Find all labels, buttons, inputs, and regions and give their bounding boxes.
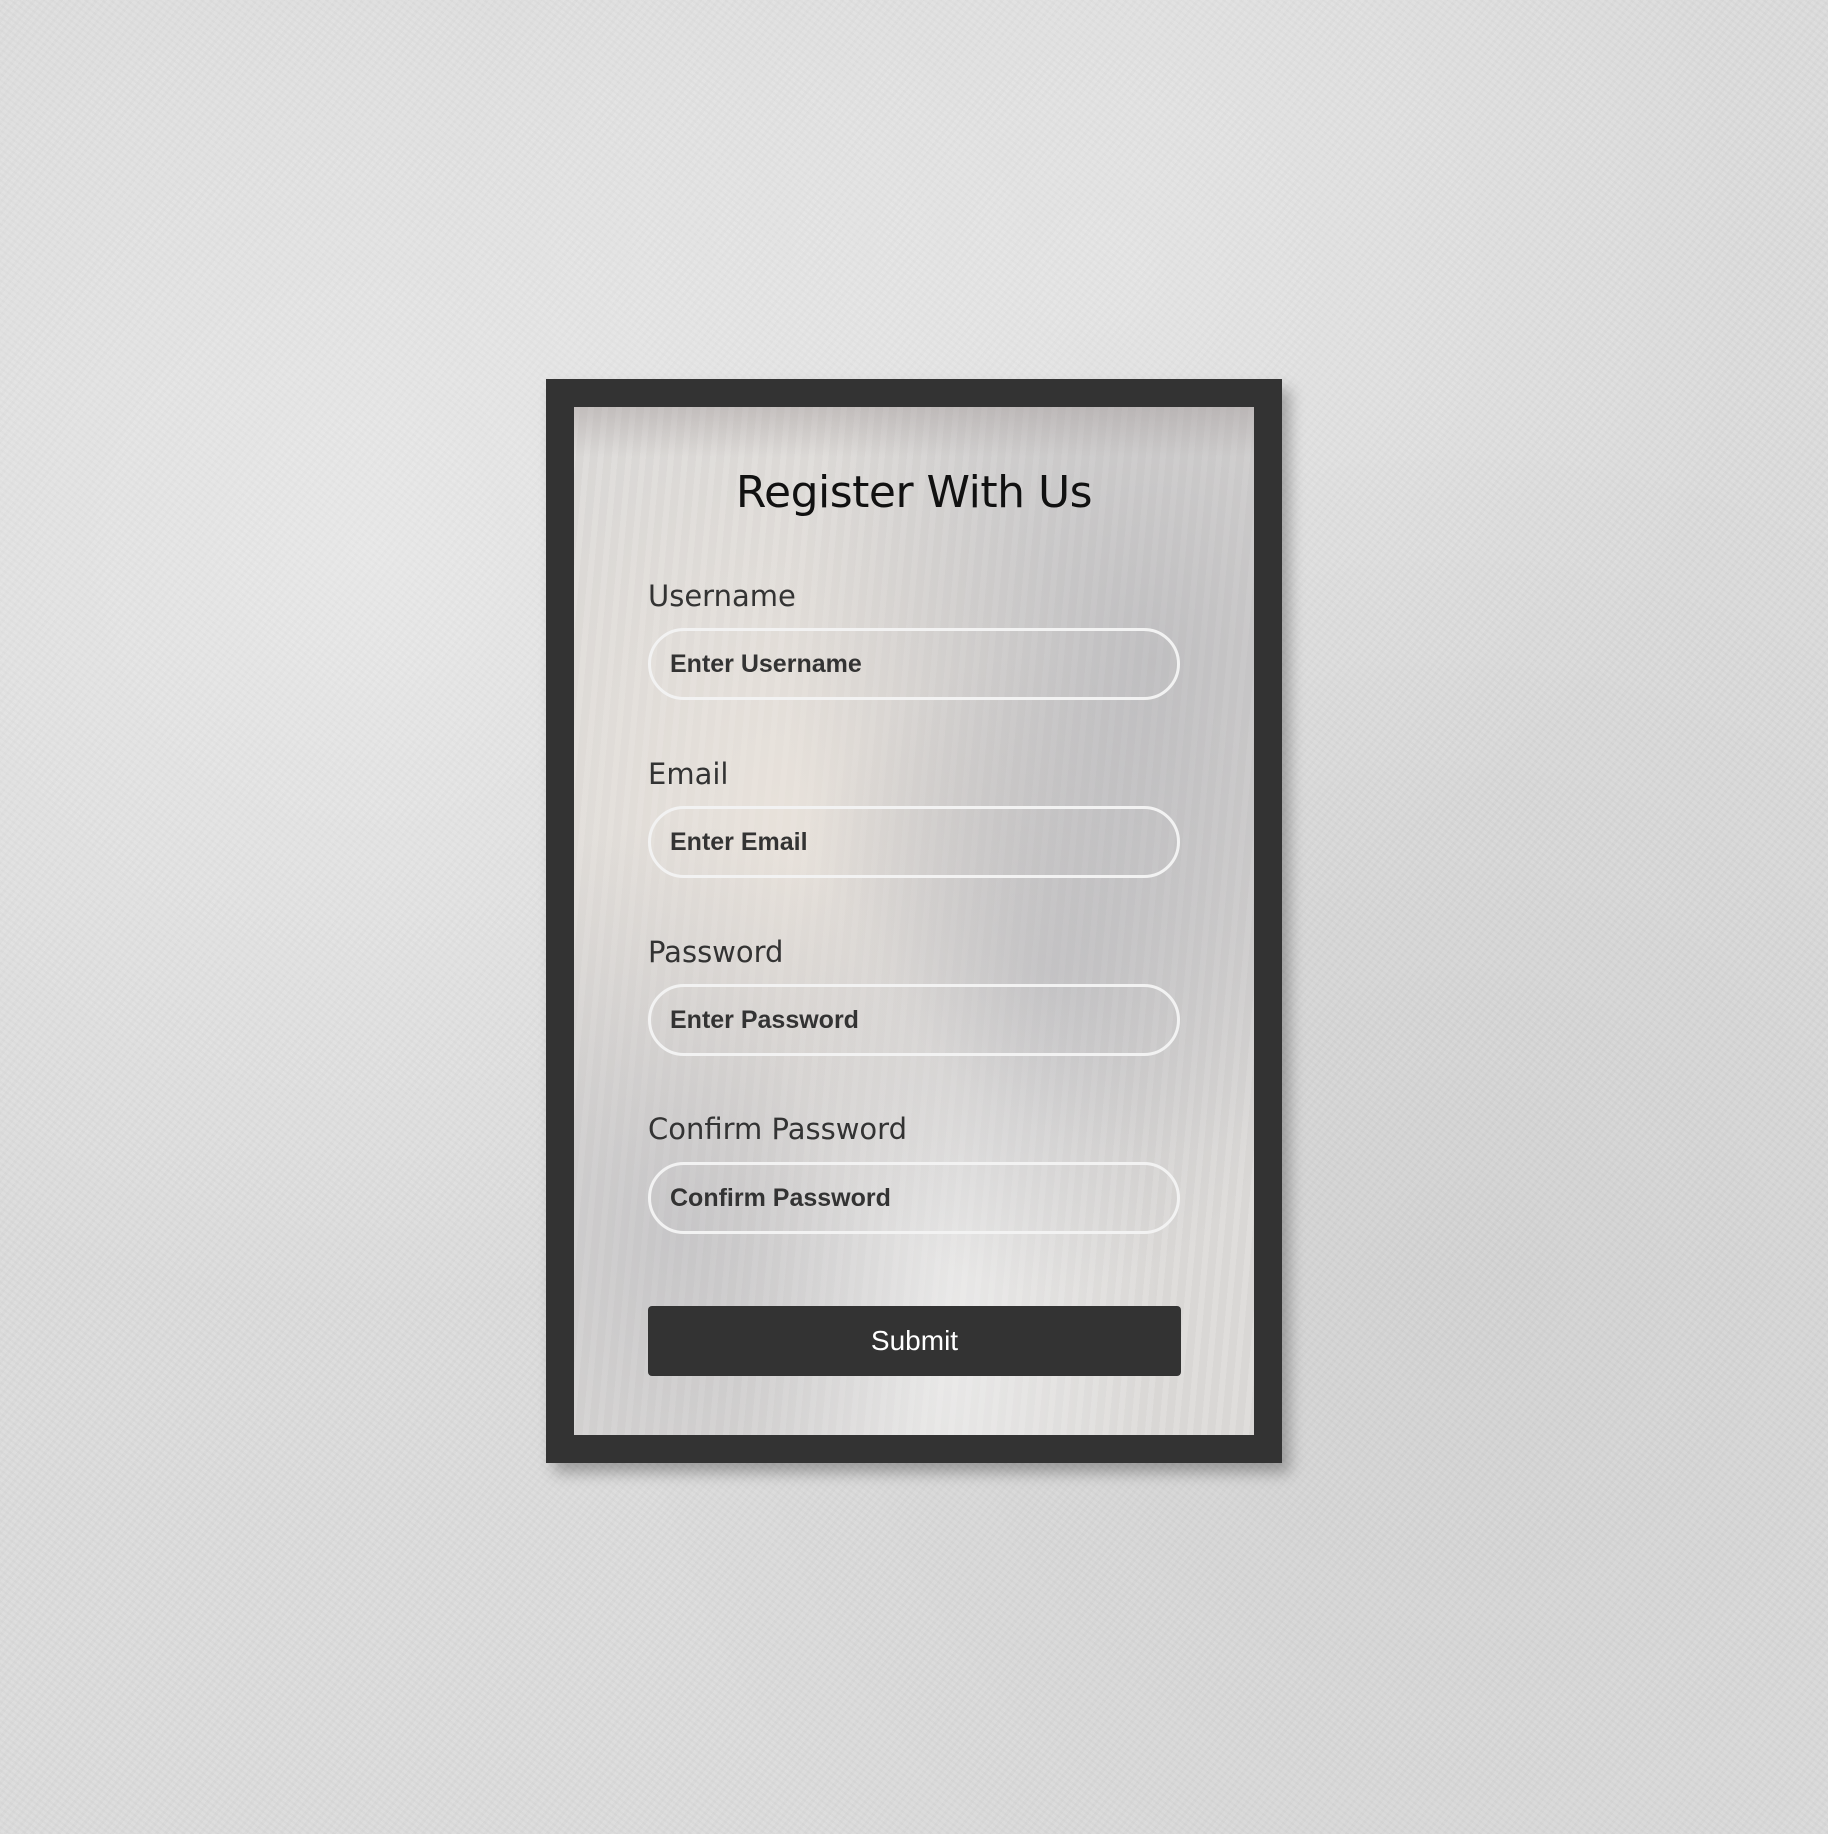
registration-form: Register With Us Username Email Password… bbox=[574, 407, 1254, 1435]
registration-frame: Register With Us Username Email Password… bbox=[546, 379, 1282, 1463]
submit-button[interactable]: Submit bbox=[648, 1306, 1181, 1376]
confirm-password-input[interactable] bbox=[648, 1162, 1180, 1234]
email-label: Email bbox=[648, 757, 729, 791]
username-input[interactable] bbox=[648, 628, 1180, 700]
email-input[interactable] bbox=[648, 806, 1180, 878]
confirm-password-label: Confirm Password bbox=[648, 1112, 907, 1146]
username-label: Username bbox=[648, 579, 796, 613]
password-label: Password bbox=[648, 935, 784, 969]
password-input[interactable] bbox=[648, 984, 1180, 1056]
form-title: Register With Us bbox=[735, 467, 1093, 518]
